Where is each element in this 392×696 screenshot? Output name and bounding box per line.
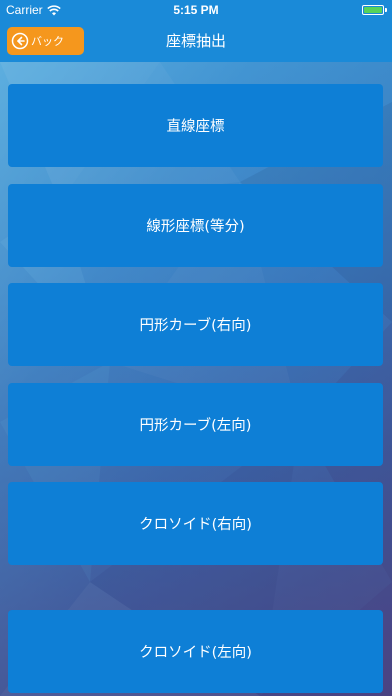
menu-button-label: 円形カーブ(右向) bbox=[139, 318, 252, 334]
menu-button-straight-line-coordinates[interactable]: 直線座標 bbox=[8, 84, 383, 167]
menu-button-label: 円形カーブ(左向) bbox=[139, 418, 252, 434]
menu-button-linear-coordinates-equal-division[interactable]: 線形座標(等分) bbox=[8, 184, 383, 267]
circle-arrow-left-icon bbox=[11, 32, 29, 50]
menu-button-label: クロソイド(右向) bbox=[139, 517, 252, 533]
menu-button-circular-curve-right[interactable]: 円形カーブ(右向) bbox=[8, 283, 383, 366]
screen: Carrier 5:15 PM バック 座標抽出 直線座標 線形座標(等分) 円… bbox=[0, 0, 392, 696]
status-bar: Carrier 5:15 PM bbox=[0, 0, 392, 20]
back-button-label: バック bbox=[31, 35, 64, 48]
menu-button-label: クロソイド(左向) bbox=[139, 645, 252, 661]
battery-cap bbox=[385, 8, 387, 12]
menu-button-label: 直線座標 bbox=[166, 119, 225, 135]
battery-icon bbox=[362, 5, 384, 15]
menu-button-clothoid-left[interactable]: クロソイド(左向) bbox=[8, 610, 383, 693]
menu-button-circular-curve-left[interactable]: 円形カーブ(左向) bbox=[8, 383, 383, 466]
back-button[interactable]: バック bbox=[7, 27, 84, 55]
battery-level bbox=[364, 7, 382, 13]
menu-button-label: 線形座標(等分) bbox=[146, 219, 245, 235]
page-title: 座標抽出 bbox=[165, 32, 226, 50]
navigation-bar: Carrier 5:15 PM バック 座標抽出 bbox=[0, 0, 392, 62]
menu-button-clothoid-right[interactable]: クロソイド(右向) bbox=[8, 482, 383, 565]
status-time: 5:15 PM bbox=[173, 3, 219, 17]
